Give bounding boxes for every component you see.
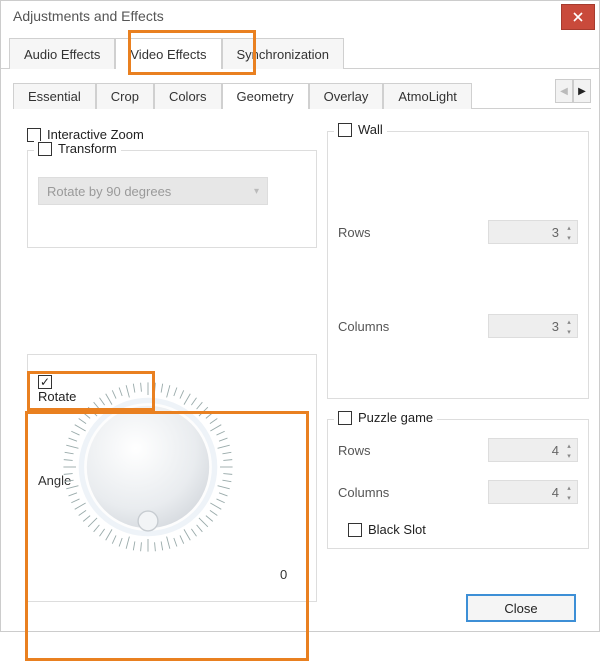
black-slot-checkbox[interactable]: Black Slot (348, 522, 578, 537)
subtab-crop[interactable]: Crop (96, 83, 154, 109)
checkbox-icon (338, 411, 352, 425)
sub-tab-row: Essential Crop Colors Geometry Overlay A… (13, 79, 591, 109)
puzzle-rows-row: Rows 4 ▴ ▾ (338, 438, 578, 462)
wall-rows-label: Rows (338, 225, 371, 240)
chevron-down-icon: ▾ (254, 186, 259, 197)
puzzle-columns-label: Columns (338, 485, 389, 500)
rotate-group: Rotate Angle 0 (27, 354, 317, 602)
spinner-buttons: ▴ ▾ (563, 441, 575, 460)
spinner-up-icon[interactable]: ▴ (563, 441, 575, 450)
wall-columns-spinner[interactable]: 3 ▴ ▾ (488, 314, 578, 338)
tab-synchronization[interactable]: Synchronization (222, 38, 345, 69)
wall-columns-value: 3 (552, 319, 559, 334)
close-button-label: Close (504, 601, 537, 616)
puzzle-rows-value: 4 (552, 443, 559, 458)
wall-group: Wall Rows 3 ▴ ▾ (327, 131, 589, 399)
spinner-buttons: ▴ ▾ (563, 317, 575, 336)
bottom-bar: Close (466, 594, 576, 622)
checkbox-icon (38, 375, 52, 389)
angle-dial[interactable] (58, 377, 238, 557)
right-column: Wall Rows 3 ▴ ▾ (327, 127, 589, 549)
checkbox-icon (348, 523, 362, 537)
subtab-overlay[interactable]: Overlay (309, 83, 384, 109)
sub-tab-container: Essential Crop Colors Geometry Overlay A… (1, 69, 599, 609)
transform-legend[interactable]: Transform (34, 141, 121, 156)
angle-zero-label: 0 (280, 567, 287, 582)
titlebar: Adjustments and Effects (1, 1, 599, 31)
puzzle-columns-value: 4 (552, 485, 559, 500)
subtab-scrollers: ◀ ▶ (555, 79, 591, 103)
left-column: Interactive Zoom Transform Rotate by 90 … (27, 127, 317, 602)
tab-audio-effects[interactable]: Audio Effects (9, 38, 115, 69)
spinner-down-icon[interactable]: ▾ (563, 233, 575, 242)
puzzle-label: Puzzle game (358, 410, 433, 425)
subtab-geometry[interactable]: Geometry (222, 83, 309, 109)
dialog-window: Adjustments and Effects Audio Effects Vi… (0, 0, 600, 632)
wall-columns-label: Columns (338, 319, 389, 334)
wall-rows-row: Rows 3 ▴ ▾ (338, 220, 578, 244)
top-tab-row: Audio Effects Video Effects Synchronizat… (1, 31, 599, 69)
subtab-colors[interactable]: Colors (154, 83, 222, 109)
close-icon (573, 12, 583, 22)
close-button[interactable]: Close (466, 594, 576, 622)
geometry-panel: Interactive Zoom Transform Rotate by 90 … (13, 109, 591, 609)
subtab-atmolight[interactable]: AtmoLight (383, 83, 472, 109)
spinner-down-icon[interactable]: ▾ (563, 327, 575, 336)
checkbox-icon (338, 123, 352, 137)
spinner-down-icon[interactable]: ▾ (563, 493, 575, 502)
checkbox-icon (27, 128, 41, 142)
window-close-button[interactable] (561, 4, 595, 30)
spinner-up-icon[interactable]: ▴ (563, 223, 575, 232)
spinner-buttons: ▴ ▾ (563, 483, 575, 502)
puzzle-legend[interactable]: Puzzle game (334, 410, 437, 425)
wall-rows-value: 3 (552, 225, 559, 240)
spinner-up-icon[interactable]: ▴ (563, 317, 575, 326)
tab-video-effects[interactable]: Video Effects (115, 38, 221, 69)
transform-label: Transform (58, 141, 117, 156)
interactive-zoom-label: Interactive Zoom (47, 127, 144, 142)
puzzle-rows-spinner[interactable]: 4 ▴ ▾ (488, 438, 578, 462)
subtab-scroll-left[interactable]: ◀ (555, 79, 573, 103)
black-slot-label: Black Slot (368, 522, 426, 537)
subtab-scroll-right[interactable]: ▶ (573, 79, 591, 103)
puzzle-columns-row: Columns 4 ▴ ▾ (338, 480, 578, 504)
puzzle-group: Puzzle game Rows 4 ▴ ▾ Columns (327, 419, 589, 549)
wall-columns-row: Columns 3 ▴ ▾ (338, 314, 578, 338)
wall-label: Wall (358, 122, 383, 137)
subtab-essential[interactable]: Essential (13, 83, 96, 109)
wall-rows-spinner[interactable]: 3 ▴ ▾ (488, 220, 578, 244)
transform-dropdown-value: Rotate by 90 degrees (47, 184, 171, 199)
puzzle-columns-spinner[interactable]: 4 ▴ ▾ (488, 480, 578, 504)
interactive-zoom-checkbox[interactable]: Interactive Zoom (27, 127, 317, 142)
puzzle-rows-label: Rows (338, 443, 371, 458)
transform-group: Transform Rotate by 90 degrees ▾ (27, 150, 317, 248)
wall-legend[interactable]: Wall (334, 122, 387, 137)
spinner-up-icon[interactable]: ▴ (563, 483, 575, 492)
spinner-down-icon[interactable]: ▾ (563, 451, 575, 460)
spinner-buttons: ▴ ▾ (563, 223, 575, 242)
transform-dropdown[interactable]: Rotate by 90 degrees ▾ (38, 177, 268, 205)
window-title: Adjustments and Effects (13, 8, 164, 24)
checkbox-icon (38, 142, 52, 156)
